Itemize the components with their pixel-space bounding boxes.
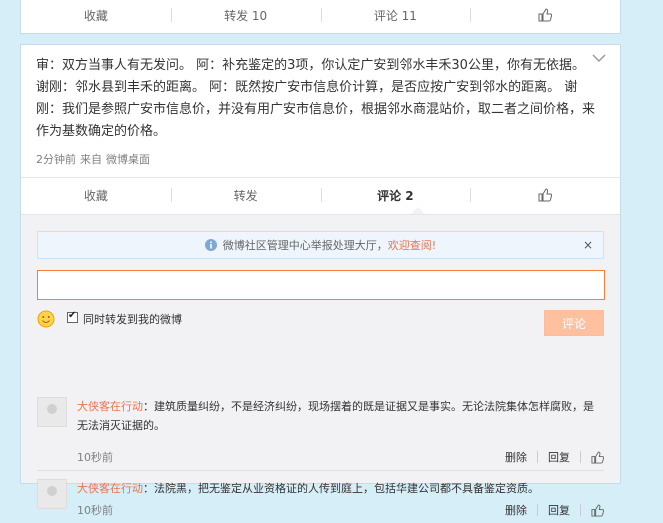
close-icon[interactable]: × bbox=[583, 238, 593, 252]
comment-body: ：建筑质量纠纷，不是经济纠纷，现场摆着的既是证据又是事实。无论法院集体怎样腐败，… bbox=[77, 400, 594, 432]
divider bbox=[580, 504, 581, 516]
divider bbox=[537, 504, 538, 516]
like-button[interactable] bbox=[470, 0, 620, 32]
thumbs-up-icon[interactable] bbox=[591, 503, 604, 517]
comment-item: 大侠客在行动：建筑质量纠纷，不是经济纠纷，现场摆着的既是证据又是事实。无论法院集… bbox=[37, 397, 604, 467]
like-button[interactable] bbox=[470, 178, 620, 212]
favorite-label: 收藏 bbox=[83, 8, 108, 23]
repost-checkbox[interactable] bbox=[67, 310, 78, 323]
comment-item: 大侠客在行动：法院黑，把无鉴定从业资格证的人传到庭上，包括华建公司都不具备鉴定资… bbox=[37, 470, 604, 523]
post-source[interactable]: 微博桌面 bbox=[106, 153, 150, 166]
comment-panel-caret bbox=[411, 207, 425, 214]
report-notice: 微博社区管理中心举报处理大厅， 欢迎查阅! × bbox=[37, 231, 604, 259]
comment-button[interactable]: 评论 2 bbox=[320, 178, 471, 212]
comment-author[interactable]: 大侠客在行动 bbox=[77, 400, 143, 413]
comment-panel: 微博社区管理中心举报处理大厅，欢迎查阅! × 同时转发到我的微博 评论 大侠客在… bbox=[21, 214, 620, 517]
thumbs-up-icon[interactable] bbox=[591, 450, 604, 464]
reply-button[interactable]: 回复 bbox=[548, 502, 570, 518]
submit-comment-button[interactable]: 评论 bbox=[544, 310, 604, 336]
reply-button[interactable]: 回复 bbox=[548, 449, 570, 465]
previous-post-card: 收藏 转发 10 评论 11 bbox=[20, 0, 621, 34]
previous-post-actions: 收藏 转发 10 评论 11 bbox=[21, 0, 620, 32]
repost-label: 转发 10 bbox=[224, 8, 268, 23]
divider bbox=[537, 451, 538, 463]
repost-button[interactable]: 转发 10 bbox=[170, 0, 321, 32]
thumbs-up-icon bbox=[538, 188, 553, 202]
comment-time: 10秒前 bbox=[77, 451, 113, 464]
delete-button[interactable]: 删除 bbox=[505, 449, 527, 465]
comment-ops: 删除 回复 bbox=[495, 502, 604, 518]
notice-text: 微博社区管理中心举报处理大厅， bbox=[222, 239, 388, 252]
comment-author[interactable]: 大侠客在行动 bbox=[77, 482, 143, 495]
divider bbox=[580, 451, 581, 463]
favorite-button[interactable]: 收藏 bbox=[21, 0, 171, 32]
avatar[interactable] bbox=[37, 479, 67, 509]
emoji-icon[interactable] bbox=[37, 310, 55, 328]
info-icon bbox=[204, 239, 217, 251]
post-meta: 2分钟前 来自 微博桌面 bbox=[36, 151, 154, 167]
comment-time: 10秒前 bbox=[77, 504, 113, 517]
post-text: 审：双方当事人有无发问。 阿：补充鉴定的3项，你认定广安到邻水丰禾30公里，你有… bbox=[36, 58, 596, 139]
favorite-button[interactable]: 收藏 bbox=[21, 178, 171, 212]
notice-link[interactable]: 欢迎查阅! bbox=[388, 237, 436, 253]
comment-text: 大侠客在行动：建筑质量纠纷，不是经济纠纷，现场摆着的既是证据又是事实。无论法院集… bbox=[77, 397, 602, 435]
post-source-prefix: 来自 bbox=[80, 153, 102, 166]
comment-label: 评论 11 bbox=[373, 8, 417, 23]
thumbs-up-icon bbox=[538, 8, 553, 22]
post-time[interactable]: 2分钟前 bbox=[36, 153, 76, 166]
comment-ops: 删除 回复 bbox=[495, 449, 604, 465]
comment-label: 评论 2 bbox=[377, 188, 414, 203]
comment-text: 大侠客在行动：法院黑，把无鉴定从业资格证的人传到庭上，包括华建公司都不具备鉴定资… bbox=[77, 479, 602, 498]
comment-button[interactable]: 评论 11 bbox=[320, 0, 471, 32]
avatar[interactable] bbox=[37, 397, 67, 427]
comment-input[interactable] bbox=[37, 270, 605, 300]
repost-label: 转发 bbox=[233, 188, 258, 203]
comment-body: ：法院黑，把无鉴定从业资格证的人传到庭上，包括华建公司都不具备鉴定资质。 bbox=[143, 482, 539, 495]
post-actions: 收藏 转发 评论 2 bbox=[21, 177, 620, 212]
favorite-label: 收藏 bbox=[83, 188, 108, 203]
repost-checkbox-label[interactable]: 同时转发到我的微博 bbox=[83, 311, 182, 327]
repost-button[interactable]: 转发 bbox=[170, 178, 321, 212]
delete-button[interactable]: 删除 bbox=[505, 502, 527, 518]
post-card: 审：双方当事人有无发问。 阿：补充鉴定的3项，你认定广安到邻水丰禾30公里，你有… bbox=[20, 44, 621, 517]
